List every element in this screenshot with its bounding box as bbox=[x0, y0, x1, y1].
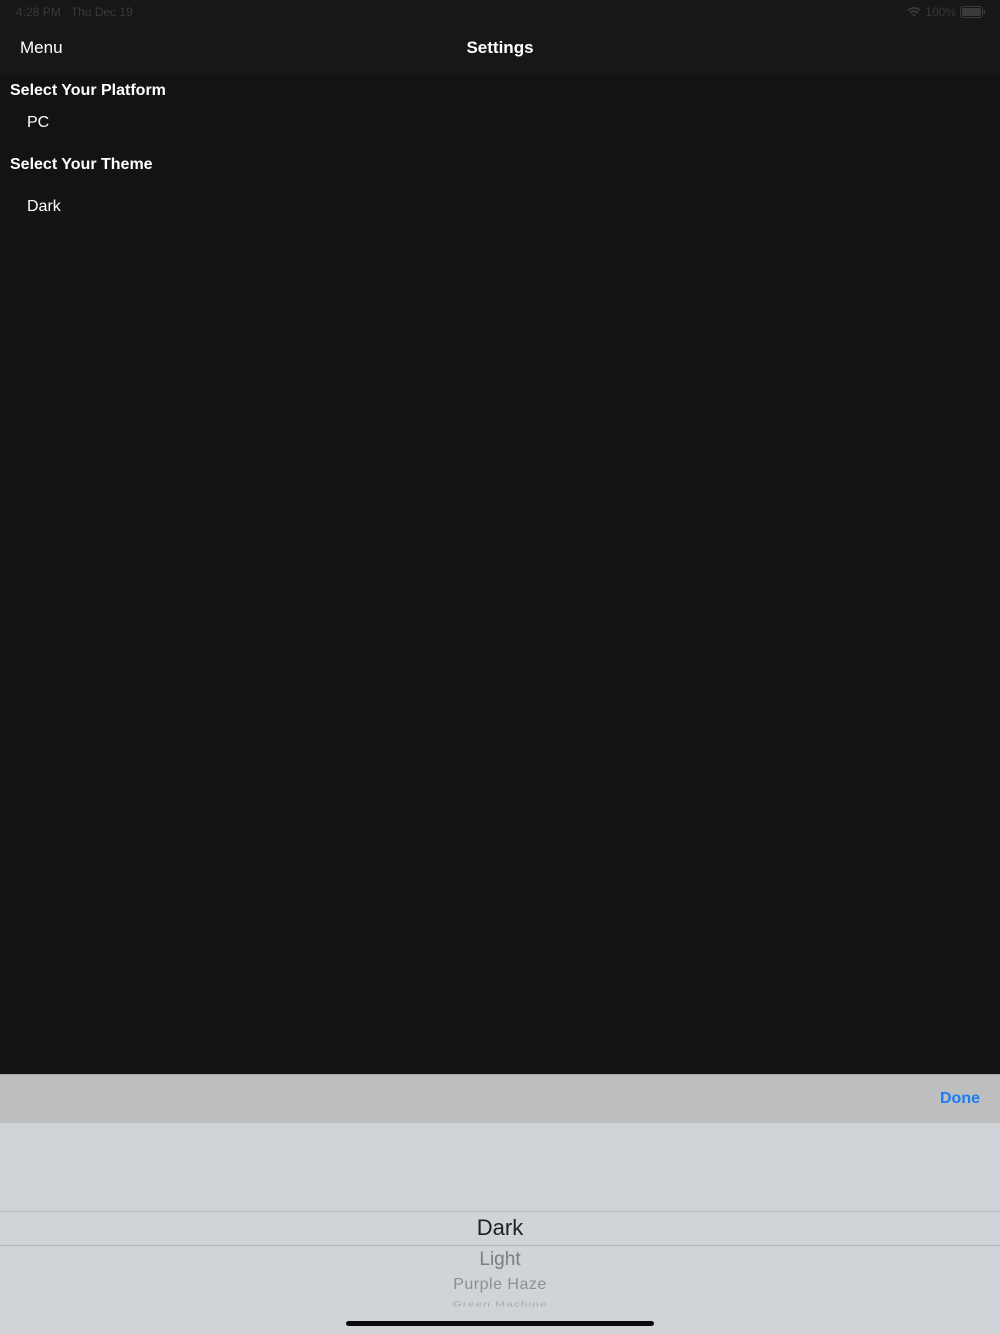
status-date: Thu Dec 19 bbox=[70, 5, 133, 19]
picker-option-light[interactable]: Light bbox=[0, 1249, 1000, 1271]
status-time: 4:28 PM bbox=[16, 5, 61, 19]
platform-value: PC bbox=[27, 114, 50, 131]
theme-picker-wheel[interactable]: Dark Light Purple Haze Green Machine bbox=[0, 1123, 1000, 1334]
home-indicator[interactable] bbox=[346, 1321, 654, 1326]
picker-toolbar: Done bbox=[0, 1074, 1000, 1123]
status-right: 100% bbox=[907, 5, 986, 19]
theme-section-label: Select Your Theme bbox=[10, 156, 153, 173]
navigation-bar: Menu Settings bbox=[0, 24, 1000, 74]
picker-option-green-machine[interactable]: Green Machine bbox=[0, 1300, 1000, 1308]
page-title: Settings bbox=[466, 38, 534, 57]
wifi-icon bbox=[907, 6, 921, 18]
platform-section-label: Select Your Platform bbox=[10, 82, 166, 99]
done-button[interactable]: Done bbox=[940, 1090, 980, 1108]
status-bar: 4:28 PM Thu Dec 19 100% bbox=[0, 0, 1000, 24]
theme-selector[interactable]: Dark bbox=[0, 186, 1000, 226]
battery-percent: 100% bbox=[925, 5, 956, 19]
picker-option-purple-haze[interactable]: Purple Haze bbox=[0, 1276, 1000, 1294]
platform-selector[interactable]: PC bbox=[0, 106, 1000, 142]
battery-icon bbox=[960, 6, 986, 18]
theme-value: Dark bbox=[27, 198, 61, 215]
picker-option-dark[interactable]: Dark bbox=[0, 1215, 1000, 1241]
status-left: 4:28 PM Thu Dec 19 bbox=[16, 5, 133, 19]
